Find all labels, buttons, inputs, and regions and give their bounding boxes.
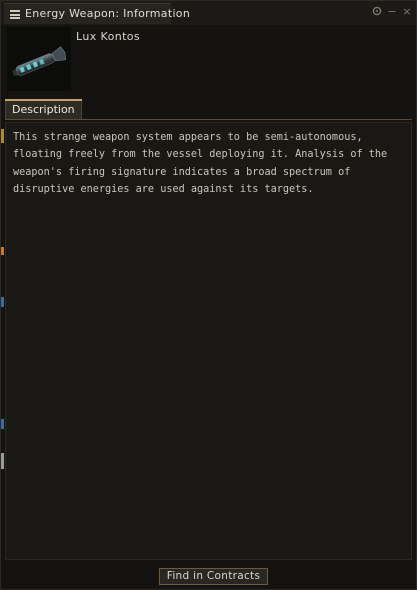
background-window-edge [1, 129, 4, 143]
energy-weapon-drone-icon[interactable] [7, 27, 71, 91]
title-tab: Energy Weapon: Information [4, 3, 190, 24]
item-header: Lux Kontos [5, 25, 412, 99]
background-window-edge [1, 453, 4, 469]
tab-bar: Description [5, 99, 412, 120]
gear-icon[interactable] [371, 6, 383, 18]
background-window-edge [1, 297, 4, 307]
background-window-edge [1, 247, 4, 255]
window-title: Energy Weapon: Information [25, 7, 191, 20]
title-bar[interactable]: Energy Weapon: Information − × [1, 1, 416, 25]
close-button[interactable]: × [401, 6, 413, 18]
tab-description[interactable]: Description [5, 99, 82, 119]
item-name: Lux Kontos [76, 30, 141, 43]
menu-icon[interactable] [10, 10, 20, 19]
description-panel[interactable]: This strange weapon system appears to be… [5, 122, 412, 560]
description-text: This strange weapon system appears to be… [13, 132, 388, 195]
background-window-edge [1, 419, 4, 429]
find-in-contracts-button[interactable]: Find in Contracts [159, 568, 268, 585]
minimize-button[interactable]: − [386, 6, 398, 18]
info-window: Energy Weapon: Information − × «» [0, 0, 417, 590]
footer-bar: Find in Contracts [5, 563, 412, 587]
